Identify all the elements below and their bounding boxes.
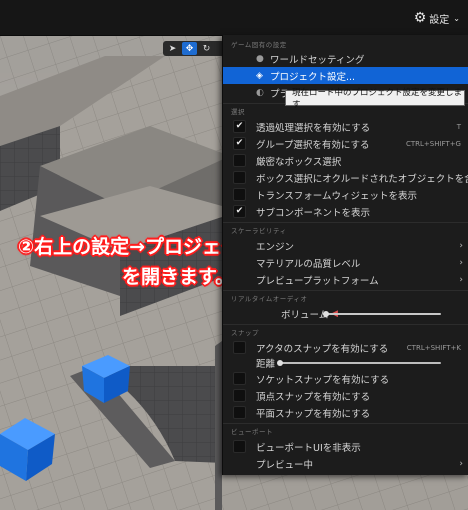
distance-slider[interactable] — [279, 362, 441, 364]
pointer-icon[interactable]: ➤ — [165, 42, 180, 55]
menu-item-show-subcomponents[interactable]: ✔ サブコンポーネントを表示 — [223, 203, 468, 220]
checkbox-unchecked[interactable] — [233, 406, 246, 419]
globe-icon: ● — [256, 53, 264, 64]
section-header-viewport: ビューポート — [231, 428, 273, 436]
menu-item-group-select[interactable]: ✔ グループ選択を有効にする CTRL+SHIFT+G — [223, 135, 468, 152]
divider — [223, 324, 468, 325]
section-header-realtime-audio: リアルタイムオーディオ — [231, 295, 308, 303]
menu-item-engine-scalability[interactable]: エンジン › — [223, 237, 468, 254]
menu-item-volume: ボリューム ◀ — [223, 305, 468, 322]
menu-item-plane-snap[interactable]: 平面スナップを有効にする — [223, 404, 468, 421]
checkbox-unchecked[interactable] — [233, 341, 246, 354]
chevron-right-icon: › — [459, 274, 463, 285]
plugin-icon: ◐ — [256, 87, 264, 98]
checkbox-unchecked[interactable] — [233, 389, 246, 402]
distance-slider-knob[interactable] — [277, 360, 283, 366]
volume-slider-knob[interactable] — [323, 311, 329, 317]
checkbox-unchecked[interactable] — [233, 171, 246, 184]
divider — [223, 290, 468, 291]
menu-item-show-transform-widget[interactable]: トランスフォームウィジェットを表示 — [223, 186, 468, 203]
menu-item-transparent-select[interactable]: ✔ 透過処理選択を有効にする T — [223, 118, 468, 135]
checkbox-unchecked[interactable] — [233, 440, 246, 453]
rotate-icon[interactable]: ↻ — [199, 42, 214, 55]
settings-menu-button[interactable]: ⚙ 設定 ⌄ — [414, 8, 460, 28]
chevron-down-icon: ⌄ — [453, 13, 460, 23]
menu-item-world-settings[interactable]: ● ワールドセッティング — [223, 50, 468, 67]
chevron-right-icon: › — [459, 458, 463, 469]
menu-item-material-quality[interactable]: マテリアルの品質レベル › — [223, 254, 468, 271]
section-header-select: 選択 — [231, 108, 245, 116]
chevron-right-icon: › — [459, 257, 463, 268]
menu-item-box-select-occluded[interactable]: ボックス選択にオクルードされたオブジェクトを含む — [223, 169, 468, 186]
world-settings-label: ワールドセッティング — [270, 54, 365, 66]
volume-slider[interactable] — [323, 313, 441, 315]
section-header-game-settings: ゲーム固有の設定 — [231, 41, 287, 49]
project-settings-label: プロジェクト設定... — [270, 71, 356, 83]
move-icon[interactable]: ✥ — [182, 42, 197, 55]
checkbox-unchecked[interactable] — [233, 372, 246, 385]
menu-item-strict-box-select[interactable]: 厳密なボックス選択 — [223, 152, 468, 169]
checkbox-unchecked[interactable] — [233, 188, 246, 201]
menu-item-project-settings[interactable]: ◈ プロジェクト設定... — [223, 67, 468, 84]
chevron-right-icon: › — [459, 240, 463, 251]
menu-item-hide-viewport-ui[interactable]: ビューポートUIを非表示 — [223, 438, 468, 455]
checkbox-checked[interactable]: ✔ — [233, 120, 246, 133]
checkbox-checked[interactable]: ✔ — [233, 137, 246, 150]
section-header-scalability: スケーラビリティ — [231, 227, 287, 235]
menu-item-socket-snap[interactable]: ソケットスナップを有効にする — [223, 370, 468, 387]
viewport-transform-toolbar: ➤ ✥ ↻ — [163, 41, 225, 56]
checkbox-checked[interactable]: ✔ — [233, 205, 246, 218]
settings-label: 設定 — [429, 14, 450, 26]
gear-icon: ⚙ — [413, 10, 427, 26]
checkbox-unchecked[interactable] — [233, 154, 246, 167]
divider — [223, 423, 468, 424]
section-header-snap: スナップ — [231, 329, 259, 337]
project-settings-tooltip: 現在ロード中のプロジェクト設定を変更します — [285, 88, 465, 110]
menu-item-snap-distance: 距離 — [223, 354, 468, 371]
project-settings-icon: ◈ — [256, 70, 263, 81]
caption-line-2: を開きます。 — [122, 266, 235, 288]
divider — [223, 222, 468, 223]
menu-item-preview[interactable]: プレビュー中 › — [223, 455, 468, 472]
top-toolbar: ⚙ 設定 ⌄ — [0, 0, 468, 36]
menu-item-vertex-snap[interactable]: 頂点スナップを有効にする — [223, 387, 468, 404]
menu-item-preview-platform[interactable]: プレビュープラットフォーム › — [223, 271, 468, 288]
